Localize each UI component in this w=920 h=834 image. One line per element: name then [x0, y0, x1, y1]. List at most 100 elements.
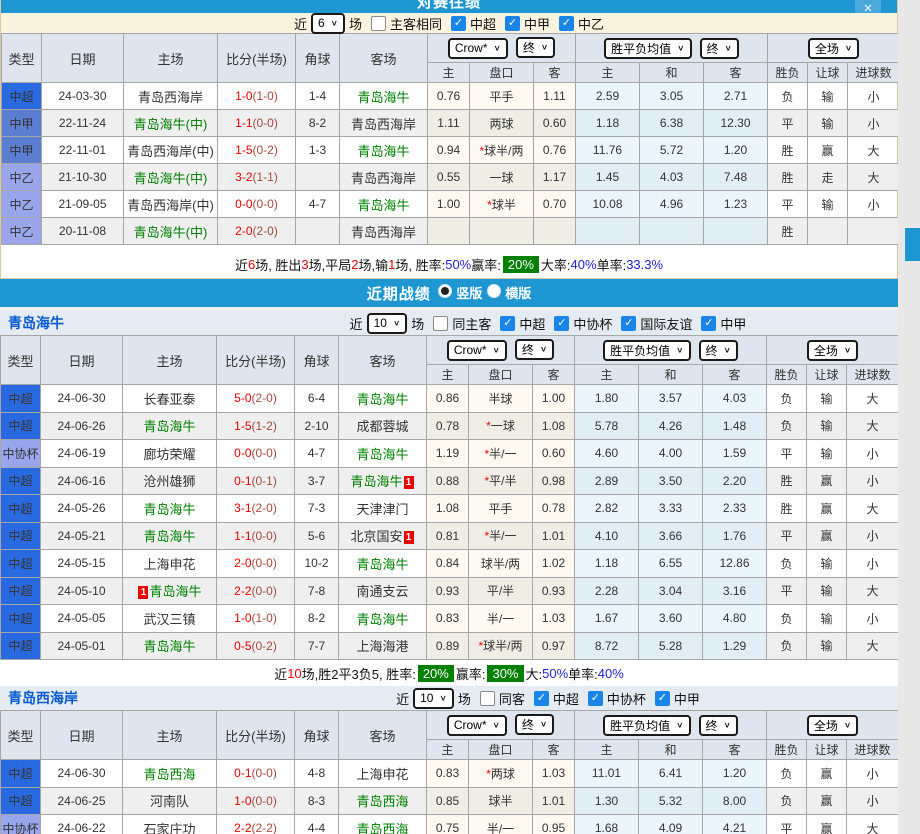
- avg-home-cell: 2.59: [576, 83, 640, 110]
- radio-selected[interactable]: [438, 284, 452, 298]
- radio-unselected[interactable]: [487, 284, 501, 298]
- handicap-cell: *半/一: [469, 522, 533, 550]
- sub-column-header: 让球: [808, 63, 848, 83]
- avg-home-cell: 2.89: [575, 467, 639, 495]
- avg-odds-select[interactable]: 胜平负均值∨: [603, 715, 690, 736]
- chevron-down-icon: ∨: [540, 720, 547, 729]
- focus-team-name: 青岛海牛: [356, 447, 408, 462]
- checked-checkbox[interactable]: ✓: [500, 316, 515, 331]
- halftime-score: (0-0): [253, 197, 278, 211]
- league-cell: 中超: [1, 760, 41, 788]
- result-cell: 平: [768, 191, 808, 218]
- unchecked-checkbox[interactable]: [480, 691, 495, 706]
- team1-name: 青岛海牛: [0, 313, 198, 333]
- checked-checkbox[interactable]: ✓: [505, 16, 520, 31]
- handicap-cell: 球半/两: [469, 550, 533, 578]
- avg-odds-select[interactable]: 胜平负均值∨: [604, 38, 691, 59]
- league-cell: 中协杯: [1, 440, 41, 468]
- avg-home-cell: 1.18: [576, 110, 640, 137]
- avg-stage-select[interactable]: 终∨: [699, 715, 738, 736]
- checked-checkbox[interactable]: ✓: [559, 16, 574, 31]
- sub-column-header: 盘口: [469, 740, 533, 760]
- odds-source-select[interactable]: Crow*∨: [447, 715, 507, 736]
- match-count-select[interactable]: 10∨: [413, 688, 454, 709]
- avg-draw-cell: [640, 218, 704, 245]
- away-odds-cell: 1.00: [533, 385, 575, 413]
- summary-text: 大:: [526, 664, 543, 683]
- unchecked-checkbox[interactable]: [371, 16, 386, 31]
- halftime-score: (0-0): [252, 584, 277, 598]
- final-score: 1-1: [235, 116, 252, 130]
- scrollbar-track[interactable]: [898, 0, 920, 834]
- handicap-value: 半/一: [489, 529, 516, 543]
- scope-select[interactable]: 全场∨: [807, 715, 858, 736]
- final-score: 1-1: [234, 529, 251, 543]
- column-header: 主场: [124, 34, 218, 83]
- match-count-select[interactable]: 6∨: [311, 13, 345, 34]
- checked-checkbox[interactable]: ✓: [451, 16, 466, 31]
- sub-column-header: 主: [428, 63, 470, 83]
- same-venue-label: 同主客: [452, 314, 491, 333]
- handicap-cell: 平/半: [469, 577, 533, 605]
- table-row: 中超24-06-26青岛海牛1-5(1-2)2-10成都蓉城0.78*一球1.0…: [1, 412, 899, 440]
- table-row: 中乙21-10-30青岛海牛(中)3-2(1-1)青岛西海岸0.55一球1.17…: [2, 164, 900, 191]
- team1-section-header: 青岛海牛 近10∨场同主客✓中超✓中协杯✓国际友谊✓中甲: [0, 311, 898, 335]
- table-row: 中超24-05-101青岛海牛2-2(0-0)7-8南通支云0.93平/半0.9…: [1, 577, 899, 605]
- odds-source-select[interactable]: Crow*∨: [447, 340, 507, 361]
- layout-option-label: 横版: [505, 286, 531, 301]
- home-odds-cell: 0.93: [427, 577, 469, 605]
- handicap-result-cell: 输: [807, 605, 847, 633]
- goals-result-cell: 小: [847, 605, 899, 633]
- unchecked-checkbox[interactable]: [433, 316, 448, 331]
- column-header: 类型: [1, 336, 41, 385]
- column-header: 角球: [295, 336, 339, 385]
- handicap-result-cell: 赢: [807, 760, 847, 788]
- avg-draw-cell: 4.00: [639, 440, 703, 468]
- odds-stage-select[interactable]: 终∨: [516, 37, 555, 58]
- avg-draw-cell: 3.57: [639, 385, 703, 413]
- checked-checkbox[interactable]: ✓: [534, 691, 549, 706]
- close-button[interactable]: ✕: [855, 0, 881, 13]
- summary-text: 3: [301, 257, 308, 272]
- scope-select[interactable]: 全场∨: [808, 38, 859, 59]
- home-odds-cell: 0.88: [427, 467, 469, 495]
- away-odds-cell: 1.03: [533, 605, 575, 633]
- avg-away-cell: 8.00: [703, 787, 767, 815]
- halftime-score: (0-0): [252, 529, 277, 543]
- avg-odds-select[interactable]: 胜平负均值∨: [603, 340, 690, 361]
- checked-checkbox[interactable]: ✓: [588, 691, 603, 706]
- avg-stage-select[interactable]: 终∨: [699, 340, 738, 361]
- match-count-select[interactable]: 10∨: [367, 313, 408, 334]
- checked-checkbox[interactable]: ✓: [655, 691, 670, 706]
- result-cell: 胜: [768, 137, 808, 164]
- team-name: 石家庄功: [143, 822, 195, 834]
- avg-away-cell: 3.16: [703, 577, 767, 605]
- final-score: 1-5: [235, 143, 252, 157]
- chevron-down-icon: ∨: [844, 346, 851, 355]
- column-header: 主场: [123, 711, 217, 760]
- goals-result-cell: 大: [847, 495, 899, 523]
- scrollbar-thumb[interactable]: [905, 228, 920, 261]
- odds-source-select[interactable]: Crow*∨: [448, 38, 508, 59]
- corner-cell: 4-7: [296, 191, 340, 218]
- summary-text: 40%: [571, 257, 597, 272]
- halftime-score: (2-0): [252, 501, 277, 515]
- corner-cell: 4-7: [295, 440, 339, 468]
- halftime-score: (0-2): [253, 143, 278, 157]
- handicap-result-cell: 输: [807, 440, 847, 468]
- scope-select[interactable]: 全场∨: [807, 340, 858, 361]
- checked-checkbox[interactable]: ✓: [621, 316, 636, 331]
- handicap-cell: 一球: [470, 164, 534, 191]
- odds-stage-select[interactable]: 终∨: [515, 714, 554, 735]
- checked-checkbox[interactable]: ✓: [554, 316, 569, 331]
- sub-column-header: 主: [427, 740, 469, 760]
- away-odds-cell: [534, 218, 576, 245]
- avg-stage-select[interactable]: 终∨: [700, 38, 739, 59]
- goals-result-cell: 大: [847, 815, 899, 834]
- odds-stage-select[interactable]: 终∨: [515, 339, 554, 360]
- handicap-result-cell: 走: [808, 164, 848, 191]
- corner-cell: 7-3: [295, 495, 339, 523]
- away-odds-cell: 0.78: [533, 495, 575, 523]
- h2h-summary: 近 6 场, 胜出 3 场,平局 2 场,输 1 场, 胜率: 50% 赢率: …: [1, 250, 897, 278]
- checked-checkbox[interactable]: ✓: [701, 316, 716, 331]
